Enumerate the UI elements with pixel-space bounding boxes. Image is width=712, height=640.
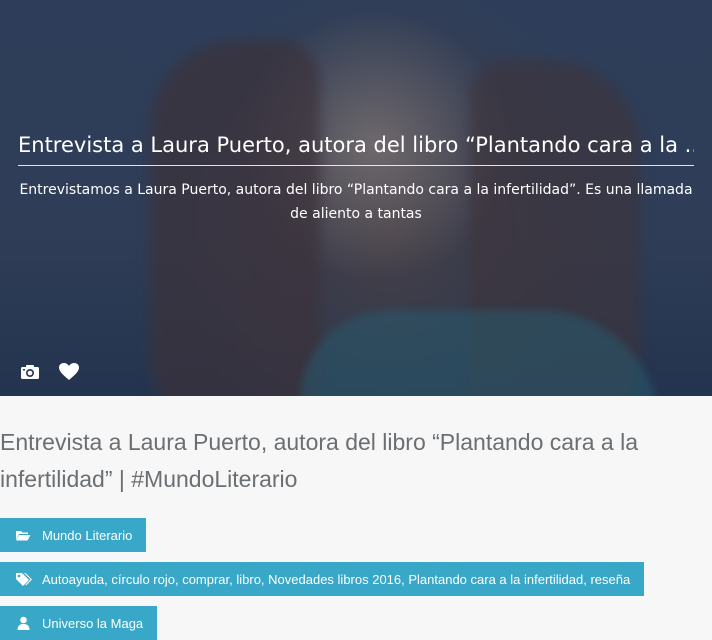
user-icon	[14, 616, 32, 630]
category-label: Mundo Literario	[42, 527, 133, 543]
tags-label: Autoayuda, círculo rojo, comprar, libro,…	[42, 571, 631, 587]
tags-badge[interactable]: Autoayuda, círculo rojo, comprar, libro,…	[0, 562, 645, 596]
heart-icon[interactable]	[58, 362, 80, 385]
camera-icon[interactable]	[20, 364, 40, 384]
tags-icon	[14, 572, 32, 586]
author-badge[interactable]: Universo la Maga	[0, 606, 158, 640]
category-badge[interactable]: Mundo Literario	[0, 518, 147, 552]
author-label: Universo la Maga	[42, 615, 144, 631]
post-title[interactable]: Entrevista a Laura Puerto, autora del li…	[0, 424, 712, 498]
featured-hero[interactable]: Entrevista a Laura Puerto, autora del li…	[0, 0, 712, 396]
folder-open-icon	[14, 529, 32, 541]
hero-excerpt: Entrevistamos a Laura Puerto, autora del…	[19, 182, 693, 222]
hero-title[interactable]: Entrevista a Laura Puerto, autora del li…	[18, 133, 694, 166]
